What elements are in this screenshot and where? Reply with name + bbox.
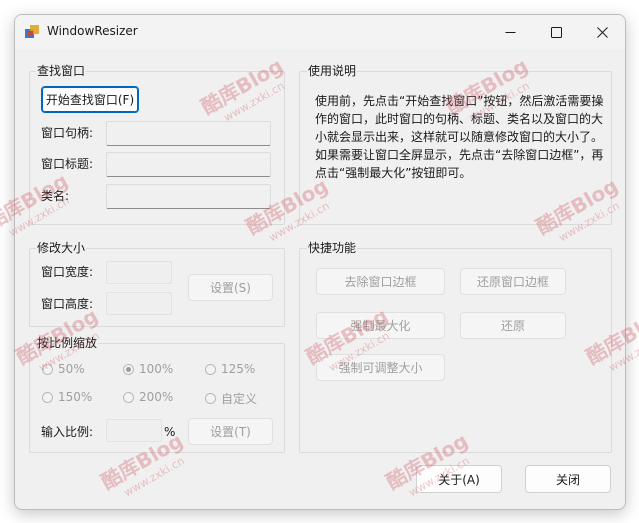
handle-field[interactable] <box>106 121 271 146</box>
usage-group-title: 使用说明 <box>307 64 358 78</box>
usage-paragraph-1: 使用前，先点击“开始查找窗口”按钮，然后激活需要操作的窗口，此时窗口的句柄、标题… <box>315 94 604 144</box>
radio-label: 自定义 <box>221 392 258 406</box>
height-label: 窗口高度: <box>41 297 94 311</box>
radio-custom[interactable]: 自定义 <box>205 390 257 407</box>
radio-indicator <box>123 363 134 375</box>
radio-indicator <box>123 391 134 403</box>
minimize-icon <box>505 31 515 33</box>
percent-sign: % <box>164 425 176 439</box>
window-title: WindowResizer <box>47 24 138 38</box>
class-name-label: 类名: <box>41 189 70 203</box>
minimize-button[interactable] <box>487 15 533 49</box>
app-window: WindowResizer 查找窗口 开始查找窗口(F) 窗口句柄: 窗口标题:… <box>14 14 626 510</box>
window-title-label: 窗口标题: <box>41 157 94 171</box>
restore-border-button[interactable]: 还原窗口边框 <box>460 268 566 295</box>
app-icon <box>25 25 39 38</box>
radio-150[interactable]: 150% <box>42 390 92 404</box>
radio-label: 200% <box>139 390 174 404</box>
usage-paragraph-2: 如果需要让窗口全屏显示，先点击“去除窗口边框”，再点击“强制最大化”按钮即可。 <box>315 148 604 180</box>
radio-50[interactable]: 50% <box>42 362 85 376</box>
maximize-button[interactable] <box>533 15 579 49</box>
radio-100[interactable]: 100% <box>123 362 173 376</box>
restore-button[interactable]: 还原 <box>460 312 566 339</box>
class-name-field[interactable] <box>106 184 271 209</box>
start-find-button[interactable]: 开始查找窗口(F) <box>41 86 139 113</box>
quick-group-title: 快捷功能 <box>307 241 358 255</box>
ratio-input[interactable] <box>106 419 162 442</box>
scale-group-title: 按比例缩放 <box>36 336 99 350</box>
remove-border-button[interactable]: 去除窗口边框 <box>316 268 445 295</box>
resize-group-title: 修改大小 <box>36 241 87 255</box>
set-size-button[interactable]: 设置(S) <box>188 274 273 301</box>
height-input[interactable] <box>106 292 172 315</box>
usage-description: 使用前，先点击“开始查找窗口”按钮，然后激活需要操作的窗口，此时窗口的句柄、标题… <box>315 92 607 182</box>
window-title-field[interactable] <box>106 152 271 177</box>
title-bar[interactable]: WindowResizer <box>15 15 625 49</box>
close-icon <box>596 26 608 38</box>
radio-label: 50% <box>58 362 85 376</box>
radio-indicator <box>42 363 53 375</box>
close-window-button[interactable] <box>579 15 625 49</box>
radio-label: 125% <box>221 362 256 376</box>
radio-label: 150% <box>58 390 93 404</box>
handle-label: 窗口句柄: <box>41 126 94 140</box>
about-button[interactable]: 关于(A) <box>416 465 502 493</box>
width-input[interactable] <box>106 261 172 284</box>
radio-125[interactable]: 125% <box>205 362 255 376</box>
radio-indicator <box>205 363 216 375</box>
force-resizable-button[interactable]: 强制可调整大小 <box>316 354 445 381</box>
maximize-icon <box>550 26 562 38</box>
radio-label: 100% <box>139 362 174 376</box>
find-window-group-title: 查找窗口 <box>36 64 87 78</box>
force-maximize-button[interactable]: 强制最大化 <box>316 312 445 339</box>
radio-200[interactable]: 200% <box>123 390 173 404</box>
width-label: 窗口宽度: <box>41 265 94 279</box>
radio-indicator <box>205 393 216 404</box>
radio-indicator <box>42 391 53 403</box>
close-button[interactable]: 关闭 <box>525 465 611 493</box>
ratio-label: 输入比例: <box>41 425 94 439</box>
set-ratio-button[interactable]: 设置(T) <box>188 418 273 445</box>
